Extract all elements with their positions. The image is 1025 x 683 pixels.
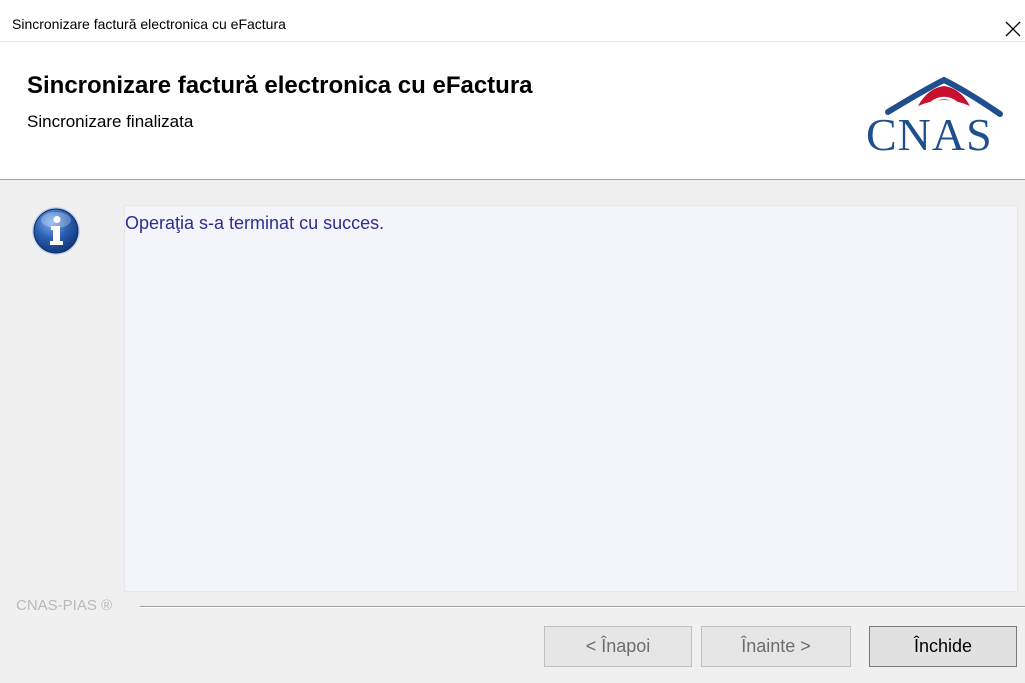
- next-button[interactable]: Înainte >: [701, 626, 851, 667]
- title-bar: Sincronizare factură electronica cu eFac…: [0, 0, 1025, 42]
- page-subtitle: Sincronizare finalizata: [27, 112, 194, 131]
- info-icon: [30, 205, 82, 257]
- footer-divider: [140, 606, 1025, 608]
- message-area: Operaţia s-a terminat cu succes.: [124, 205, 1018, 592]
- cnas-logo: CNAS: [862, 72, 1020, 164]
- status-message: Operaţia s-a terminat cu succes.: [125, 213, 385, 233]
- wizard-header: Sincronizare factură electronica cu eFac…: [0, 42, 1025, 180]
- wizard-window: Sincronizare factură electronica cu eFac…: [0, 0, 1025, 683]
- window-title: Sincronizare factură electronica cu eFac…: [12, 16, 286, 32]
- close-icon[interactable]: [997, 6, 1025, 40]
- page-title: Sincronizare factură electronica cu eFac…: [27, 72, 533, 99]
- back-button[interactable]: < Înapoi: [544, 626, 692, 667]
- branding-label: CNAS-PIAS ®: [16, 597, 119, 614]
- close-button[interactable]: Închide: [869, 626, 1017, 667]
- logo-text: CNAS: [866, 109, 993, 160]
